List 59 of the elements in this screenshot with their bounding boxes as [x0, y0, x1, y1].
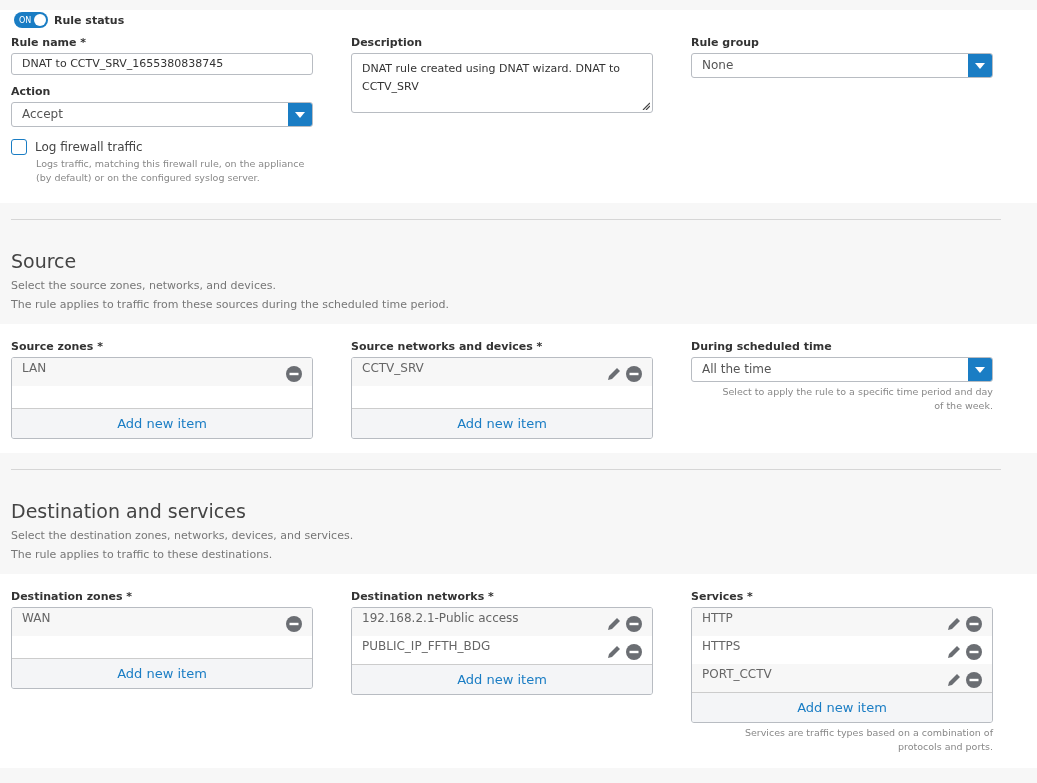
- help-text: Select to apply the rule to a specific time period and day of the week.: [721, 385, 993, 413]
- caret-icon: [295, 111, 305, 118]
- list-item: HTTPS: [702, 638, 741, 655]
- add-new-item-button[interactable]: Add new item: [692, 692, 992, 722]
- remove-icon[interactable]: [966, 644, 982, 660]
- section-description: Select the source zones, networks, and devices.: [11, 278, 277, 294]
- remove-icon[interactable]: [286, 366, 302, 382]
- log-checkbox[interactable]: [11, 139, 27, 155]
- list-item: PORT_CCTV: [702, 666, 772, 683]
- list-item: LAN: [22, 360, 47, 377]
- add-new-item-button[interactable]: Add new item: [352, 664, 652, 694]
- action-dropdown[interactable]: Accept: [11, 102, 313, 127]
- edit-icon[interactable]: [946, 644, 962, 660]
- edit-icon[interactable]: [946, 672, 962, 688]
- edit-icon[interactable]: [606, 644, 622, 660]
- edit-icon[interactable]: [606, 366, 622, 382]
- list-item: HTTP: [702, 610, 733, 627]
- log-label: Log firewall traffic: [35, 140, 143, 154]
- field-label: Services *: [691, 590, 754, 603]
- add-new-item-button[interactable]: Add new item: [12, 658, 312, 688]
- add-new-item-button[interactable]: Add new item: [352, 408, 652, 438]
- description-label: Description: [351, 36, 424, 49]
- section-title: Destination and services: [11, 500, 247, 522]
- section-title: Source: [11, 250, 78, 272]
- edit-icon[interactable]: [946, 616, 962, 632]
- field-label: Source networks and devices *: [351, 340, 544, 353]
- remove-icon[interactable]: [286, 616, 302, 632]
- list-item: CCTV_SRV: [362, 360, 424, 377]
- remove-icon[interactable]: [966, 672, 982, 688]
- description-field[interactable]: DNAT rule created using DNAT wizard. DNAT to CCTV_SRV: [351, 53, 653, 113]
- section-description: The rule applies to traffic from these sources during the scheduled time period.: [11, 297, 450, 313]
- list-item: PUBLIC_IP_FFTH_BDG: [362, 638, 491, 655]
- caret-icon: [975, 366, 985, 373]
- rule-name-label: Rule name *: [11, 36, 88, 49]
- remove-icon[interactable]: [626, 644, 642, 660]
- add-new-item-button[interactable]: Add new item: [12, 408, 312, 438]
- remove-icon[interactable]: [966, 616, 982, 632]
- remove-icon[interactable]: [626, 616, 642, 632]
- schedule-dropdown[interactable]: All the time: [691, 357, 993, 382]
- rule-status-label: Rule status: [54, 13, 125, 27]
- list-item: 192.168.2.1-Public access: [362, 610, 519, 627]
- field-label: Destination networks *: [351, 590, 495, 603]
- list-item: WAN: [22, 610, 51, 627]
- field-label: Source zones *: [11, 340, 104, 353]
- help-text: Services are traffic types based on a combination of protocols and ports.: [743, 726, 993, 754]
- field-label: During scheduled time: [691, 340, 833, 353]
- caret-icon: [975, 62, 985, 69]
- section-description: The rule applies to traffic to these destinations.: [11, 547, 274, 563]
- field-label: Destination zones *: [11, 590, 134, 603]
- rule-status-toggle[interactable]: ON: [14, 12, 48, 28]
- log-help-text: Logs traffic, matching this firewall rule, on the appliance (by default) or on the configured syslog server.: [36, 157, 306, 185]
- edit-icon[interactable]: [606, 616, 622, 632]
- section-description: Select the destination zones, networks, devices, and services.: [11, 528, 355, 544]
- rule-group-label: Rule group: [691, 36, 760, 49]
- action-label: Action: [11, 85, 52, 98]
- remove-icon[interactable]: [626, 366, 642, 382]
- rule-group-dropdown[interactable]: None: [691, 53, 993, 78]
- rule-name-field[interactable]: DNAT to CCTV_SRV_1655380838745: [11, 53, 313, 75]
- resize-grip-icon[interactable]: [642, 102, 650, 110]
